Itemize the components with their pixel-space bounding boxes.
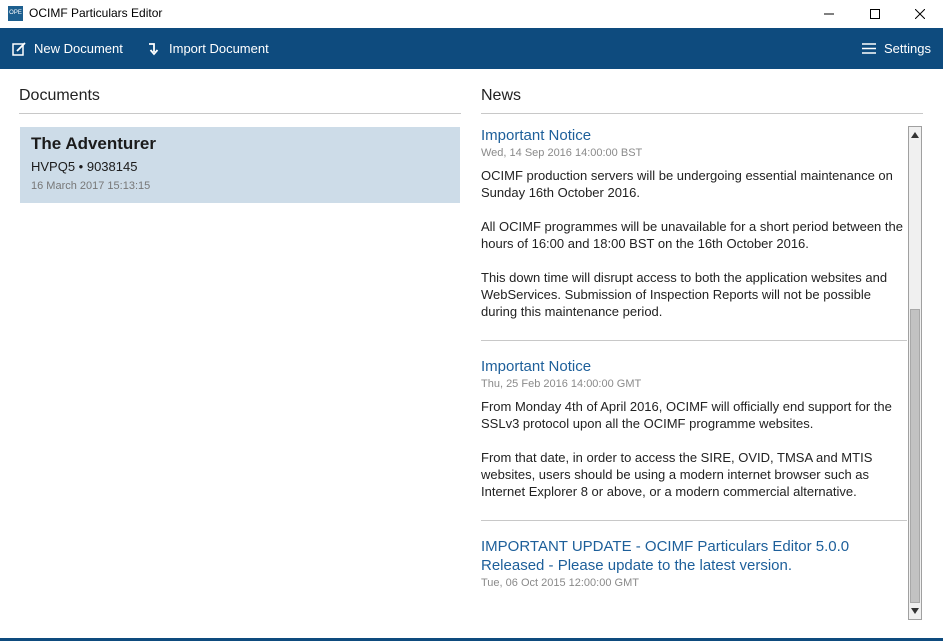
settings-label: Settings — [884, 41, 931, 56]
minimize-icon — [824, 13, 834, 15]
scroll-up-arrow-icon — [911, 132, 919, 138]
import-document-button[interactable]: Import Document — [147, 28, 269, 69]
document-list-item[interactable]: The Adventurer HVPQ5 • 9038145 16 March … — [20, 127, 460, 203]
new-document-label: New Document — [34, 41, 123, 56]
document-name: The Adventurer — [31, 134, 157, 153]
news-paragraph: From that date, in order to access the S… — [481, 450, 873, 499]
settings-button[interactable]: Settings — [862, 28, 931, 69]
main-toolbar: New Document Import Document Settings — [0, 28, 943, 69]
news-title[interactable]: Important Notice — [481, 357, 907, 376]
news-item: IMPORTANT UPDATE - OCIMF Particulars Edi… — [481, 537, 907, 617]
news-paragraph: OCIMF production servers will be undergo… — [481, 168, 893, 200]
scroll-up-button[interactable] — [909, 127, 921, 143]
news-feed[interactable]: Important Notice Wed, 14 Sep 2016 14:00:… — [481, 126, 907, 621]
news-date: Thu, 25 Feb 2016 14:00:00 GMT — [481, 378, 642, 390]
close-icon — [915, 9, 925, 19]
hamburger-menu-icon — [862, 43, 876, 54]
documents-divider — [19, 113, 461, 114]
import-arrow-icon — [149, 42, 159, 55]
news-date: Wed, 14 Sep 2016 14:00:00 BST — [481, 147, 643, 159]
documents-heading: Documents — [19, 87, 100, 104]
document-identifier: HVPQ5 • 9038145 — [31, 159, 138, 174]
window-title: OCIMF Particulars Editor — [29, 6, 163, 20]
news-scrollbar[interactable] — [908, 126, 922, 620]
maximize-icon — [870, 9, 880, 19]
news-paragraph: From Monday 4th of April 2016, OCIMF wil… — [481, 399, 892, 431]
scroll-thumb[interactable] — [910, 309, 920, 603]
close-button[interactable] — [897, 0, 943, 28]
import-document-label: Import Document — [169, 41, 269, 56]
new-document-button[interactable]: New Document — [12, 28, 123, 69]
news-heading: News — [481, 87, 522, 104]
news-item: Important Notice Thu, 25 Feb 2016 14:00:… — [481, 357, 907, 521]
maximize-button[interactable] — [852, 0, 898, 28]
app-logo-icon: OPE — [8, 6, 23, 21]
scroll-down-arrow-icon — [911, 608, 919, 614]
minimize-button[interactable] — [806, 0, 852, 28]
title-bar: OPE OCIMF Particulars Editor — [0, 0, 943, 28]
scroll-down-button[interactable] — [909, 603, 921, 619]
new-document-icon — [12, 41, 26, 56]
document-date: 16 March 2017 15:13:15 — [31, 180, 151, 192]
news-title[interactable]: IMPORTANT UPDATE - OCIMF Particulars Edi… — [481, 537, 907, 575]
news-item: Important Notice Wed, 14 Sep 2016 14:00:… — [481, 126, 907, 341]
news-date: Tue, 06 Oct 2015 12:00:00 GMT — [481, 577, 639, 589]
news-paragraph: This down time will disrupt access to bo… — [481, 270, 888, 319]
news-divider — [481, 113, 923, 114]
news-title[interactable]: Important Notice — [481, 126, 907, 145]
news-paragraph: All OCIMF programmes will be unavailable… — [481, 219, 903, 251]
